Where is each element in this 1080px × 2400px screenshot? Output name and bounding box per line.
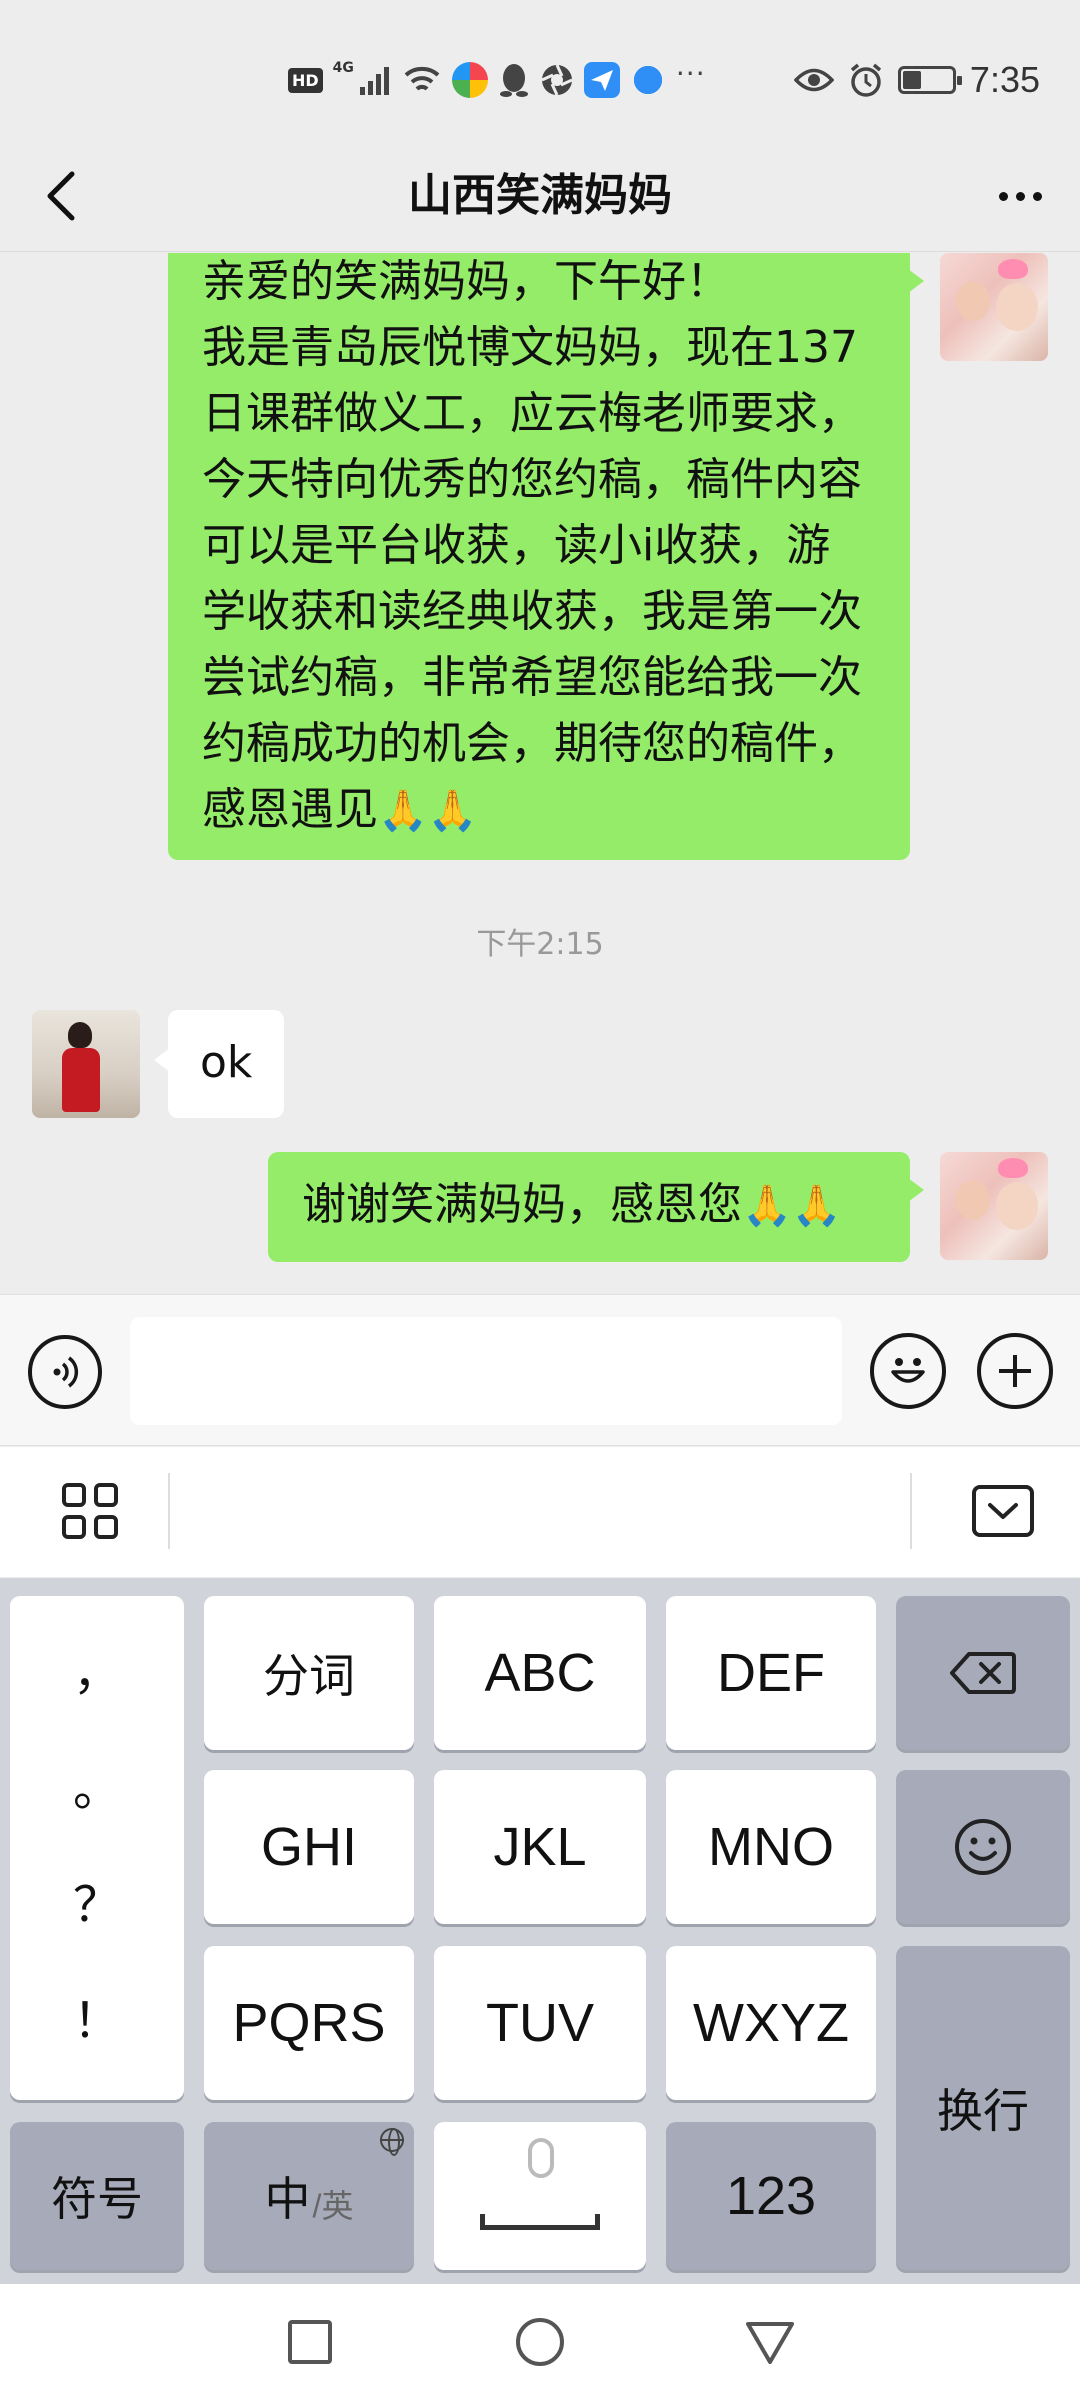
message-bubble-outgoing[interactable]: 谢谢笑满妈妈，感恩您🙏🙏 — [268, 1152, 924, 1262]
clock-time: 7:35 — [969, 59, 1040, 100]
circle-icon — [516, 2318, 564, 2366]
square-icon — [288, 2320, 332, 2364]
praying-hands-emoji: 🙏🙏 — [742, 1183, 842, 1229]
microphone-icon — [528, 2138, 554, 2178]
punct-key-comma[interactable]: ， — [73, 1650, 121, 1698]
key-abc[interactable]: ABC — [434, 1596, 646, 1750]
language-label-alt: /英 — [312, 2188, 354, 2224]
enter-key[interactable]: 换行 — [896, 1946, 1070, 2270]
key-jkl[interactable]: JKL — [434, 1770, 646, 1924]
paper-plane-app-icon — [583, 62, 620, 98]
message-bubble-incoming[interactable]: ok — [153, 1010, 285, 1118]
message-input-bar — [0, 1294, 1080, 1446]
key-tuv[interactable]: TUV — [434, 1946, 646, 2100]
network-type-label: 4G — [332, 60, 354, 76]
message-input[interactable] — [130, 1317, 842, 1425]
punct-key-question[interactable]: ？ — [73, 1882, 121, 1930]
message-list[interactable]: 亲爱的笑满妈妈，下午好！ 我是青岛辰悦博文妈妈，现在137 日课群做义工，应云梅… — [0, 253, 1080, 1293]
smiley-icon — [955, 1819, 1011, 1875]
punctuation-column[interactable]: ， 。 ？ ！ — [10, 1596, 184, 2100]
key-def[interactable]: DEF — [666, 1596, 876, 1750]
backspace-key[interactable] — [896, 1596, 1070, 1750]
language-label-main: 中 — [264, 2172, 311, 2226]
home-button[interactable] — [512, 2314, 568, 2370]
chat-title: 山西笑满妈妈 — [408, 170, 672, 221]
key-mno[interactable]: MNO — [666, 1770, 876, 1924]
key-pqrs[interactable]: PQRS — [204, 1946, 414, 2100]
chat-header: 山西笑满妈妈 — [0, 140, 1080, 252]
wifi-icon — [404, 66, 440, 91]
voice-input-button[interactable] — [28, 1335, 102, 1409]
alarm-icon — [850, 63, 882, 97]
grid-icon[interactable] — [62, 1483, 118, 1539]
keyboard-toolbar — [0, 1447, 1080, 1577]
hd-badge: HD — [288, 67, 323, 93]
aperture-app-icon — [541, 64, 573, 96]
toolbar-divider — [168, 1473, 170, 1549]
language-switch-key[interactable]: 中/英 — [204, 2122, 414, 2270]
keyboard-collapse-button[interactable] — [972, 1485, 1034, 1537]
punct-key-period[interactable]: 。 — [73, 1766, 121, 1814]
plus-icon — [999, 1355, 1031, 1387]
status-left-icons: HD 4G ··· — [288, 56, 706, 102]
space-icon — [480, 2214, 600, 2230]
backspace-icon — [950, 1652, 1016, 1694]
toolbar-divider — [910, 1473, 912, 1549]
cellular-signal-icon — [359, 67, 389, 95]
more-functions-button[interactable] — [977, 1333, 1053, 1409]
emoji-button[interactable] — [870, 1333, 946, 1409]
status-right-icons: 7:35 — [793, 58, 1040, 102]
voice-icon — [53, 1356, 79, 1388]
eye-icon — [793, 68, 834, 92]
message-bubble-outgoing[interactable]: 亲爱的笑满妈妈，下午好！ 我是青岛辰悦博文妈妈，现在137 日课群做义工，应云梅… — [168, 253, 924, 860]
keyboard-collapse-icon — [988, 1503, 1018, 1519]
globe-icon — [380, 2128, 404, 2156]
message-timestamp: 下午2:15 — [476, 927, 604, 962]
punct-key-exclamation[interactable]: ！ — [73, 1998, 121, 2046]
key-segment[interactable]: 分词 — [204, 1596, 414, 1750]
triangle-back-icon — [746, 2322, 794, 2364]
battery-icon — [897, 66, 962, 94]
globe-app-icon — [629, 62, 666, 98]
more-notifications-indicator: ··· — [675, 56, 706, 90]
recent-apps-button[interactable] — [282, 2314, 338, 2370]
system-back-button[interactable] — [742, 2314, 798, 2370]
smiley-icon — [891, 1358, 925, 1383]
message-text: 亲爱的笑满妈妈，下午好！ 我是青岛辰悦博文妈妈，现在137 日课群做义工，应云梅… — [202, 256, 862, 835]
battery-level-fill — [902, 71, 922, 89]
status-bar: HD 4G ··· 7:35 — [0, 0, 1080, 140]
key-wxyz[interactable]: WXYZ — [666, 1946, 876, 2100]
my-avatar[interactable] — [940, 1152, 1048, 1260]
space-key[interactable] — [434, 2122, 646, 2270]
more-options-button[interactable] — [988, 164, 1052, 228]
system-navigation-bar — [0, 2284, 1080, 2400]
numbers-key[interactable]: 123 — [666, 2122, 876, 2270]
qq-penguin-icon — [499, 64, 528, 97]
key-ghi[interactable]: GHI — [204, 1770, 414, 1924]
more-horizontal-icon — [998, 191, 1008, 201]
symbols-key[interactable]: 符号 — [10, 2122, 184, 2270]
my-avatar[interactable] — [940, 253, 1048, 361]
contact-avatar[interactable] — [32, 1010, 140, 1118]
app-notification-icon — [451, 62, 488, 98]
emoji-key[interactable] — [896, 1770, 1070, 1924]
nine-key-keyboard: ， 。 ？ ！ 分词 ABC DEF GHI JKL MNO PQRS TUV … — [0, 1578, 1080, 2284]
message-text: 谢谢笑满妈妈，感恩您 — [302, 1179, 742, 1230]
praying-hands-emoji: 🙏🙏 — [378, 788, 478, 834]
message-text: ok — [200, 1037, 253, 1088]
